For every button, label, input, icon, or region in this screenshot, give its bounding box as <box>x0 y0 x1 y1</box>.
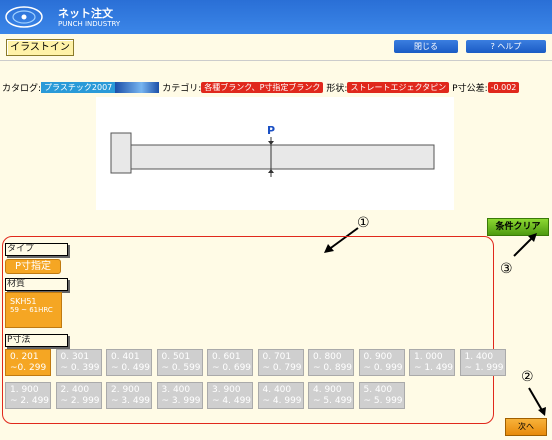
p-range-option[interactable]: 0. 501 ~ 0. 599 <box>156 349 203 376</box>
p-range-from: 1. 400 <box>464 352 494 362</box>
p-dimension-section-label: P寸法 <box>5 334 68 347</box>
p-range-option[interactable]: 1. 000 ~ 1. 499 <box>409 349 455 376</box>
punch-logo-icon <box>5 6 43 28</box>
p-range-from: 0. 701 <box>262 352 292 362</box>
app-header: ネット注文 PUNCH INDUSTRY <box>0 0 552 34</box>
p-range-option[interactable]: 5. 400 ~ 5. 999 <box>358 382 405 409</box>
p-range-from: 0. 601 <box>212 352 241 362</box>
illust-in-button[interactable]: イラストイン <box>6 39 74 56</box>
p-range-option[interactable]: 4. 400 ~ 4. 999 <box>257 382 304 409</box>
p-range-to: ~ 2. 999 <box>60 396 100 406</box>
p-range-option[interactable]: 0. 401 ~ 0. 499 <box>106 349 152 376</box>
p-range-from: 4. 900 <box>313 385 342 395</box>
annotation-arrow-3 <box>513 233 537 257</box>
p-range-to: ~ 0. 599 <box>161 363 201 373</box>
p-range-to: ~ 5. 999 <box>363 396 403 406</box>
p-range-from: 4. 400 <box>262 385 292 395</box>
p-range-option[interactable]: 0. 601 ~ 0. 699 <box>207 349 253 376</box>
category-label: カテゴリ: <box>162 83 202 94</box>
p-range-from: 3. 400 <box>161 385 191 395</box>
p-range-to: ~ 5. 499 <box>313 396 353 406</box>
catalog-value: プラスチック2007 <box>41 81 116 93</box>
p-range-from: 2. 900 <box>111 385 140 395</box>
logo-subtitle: PUNCH INDUSTRY <box>58 20 121 28</box>
p-range-to: ~ 0. 399 <box>60 363 100 373</box>
spec-info-line: カタログ: プラスチック2007 カテゴリ: 各種ブランク、P寸指定ブランク 形… <box>2 80 520 94</box>
annotation-arrow-2 <box>528 387 546 416</box>
annotation-3: ③ <box>500 261 513 277</box>
catalog-banner-image <box>115 81 160 93</box>
p-range-to: ~ 2. 499 <box>10 396 50 406</box>
logo-title: ネット注文 <box>58 7 113 20</box>
material-hardness: 59 ~ 61HRC <box>10 306 53 314</box>
p-range-to: ~ 0. 899 <box>313 363 353 373</box>
p-range-from: 0. 900 <box>363 352 393 362</box>
close-button[interactable]: 閉じる <box>394 40 458 53</box>
p-range-to: ~ 3. 499 <box>111 396 151 406</box>
p-range-option[interactable]: 0. 800 ~ 0. 899 <box>308 349 354 376</box>
p-range-option[interactable]: 3. 400 ~ 3. 999 <box>156 382 203 409</box>
material-section-label: 材質 <box>5 278 68 291</box>
material-option-selected[interactable]: SKH51 59 ~ 61HRC <box>5 292 62 328</box>
shape-value: ストレートエジェクタピン <box>347 81 450 93</box>
p-range-option[interactable]: 1. 900 ~ 2. 499 <box>5 382 51 409</box>
p-range-option[interactable]: 0. 701 ~ 0. 799 <box>257 349 304 376</box>
p-range-option[interactable]: 1. 400 ~ 1. 999 <box>459 349 506 376</box>
p-range-option[interactable]: 2. 400 ~ 2. 999 <box>55 382 102 409</box>
p-range-from: 1. 900 <box>10 385 39 395</box>
p-range-to: ~ 4. 499 <box>212 396 252 406</box>
type-section-label: タイプ <box>5 243 68 256</box>
p-range-to: ~ 1. 999 <box>464 363 504 373</box>
p-range-to: ~ 0. 799 <box>262 363 302 373</box>
p-range-option[interactable]: 0. 301 ~ 0. 399 <box>55 349 102 376</box>
p-range-from: 0. 301 <box>60 352 90 362</box>
p-range-to: ~ 0. 999 <box>363 363 403 373</box>
category-value: 各種ブランク、P寸指定ブランク <box>201 81 324 93</box>
p-range-to: ~ 3. 999 <box>161 396 201 406</box>
p-dimension-label: P <box>267 124 275 137</box>
p-range-to: ~ 4. 999 <box>262 396 302 406</box>
annotation-2: ② <box>521 369 534 385</box>
material-name: SKH51 <box>10 297 37 306</box>
next-button[interactable]: 次へ <box>505 418 547 436</box>
p-range-option[interactable]: 0. 900 ~ 0. 999 <box>358 349 405 376</box>
p-range-option[interactable]: 0. 201 ~0. 299 <box>5 349 51 376</box>
p-range-to: ~ 0. 499 <box>111 363 151 373</box>
p-range-from: 3. 900 <box>212 385 241 395</box>
help-button[interactable]: ? ヘルプ <box>466 40 546 53</box>
p-range-from: 0. 401 <box>111 352 140 362</box>
p-range-from: 0. 501 <box>161 352 191 362</box>
p-range-from: 1. 000 <box>414 352 443 362</box>
p-range-from: 2. 400 <box>60 385 90 395</box>
tolerance-value: -0.002 <box>487 81 520 93</box>
catalog-label: カタログ: <box>2 83 42 94</box>
tolerance-label: P寸公差: <box>452 83 488 94</box>
pin-drawing: P <box>96 97 454 210</box>
p-range-option[interactable]: 3. 900 ~ 4. 499 <box>207 382 253 409</box>
p-range-from: 0. 201 <box>10 352 39 362</box>
type-option-selected[interactable]: P寸指定 <box>5 259 61 274</box>
p-range-from: 5. 400 <box>363 385 393 395</box>
p-range-to: ~ 0. 699 <box>212 363 252 373</box>
p-range-to: ~ 1. 499 <box>414 363 454 373</box>
ejector-pin-illustration: P <box>110 124 435 177</box>
p-range-to: ~0. 299 <box>10 363 47 373</box>
p-range-option[interactable]: 2. 900 ~ 3. 499 <box>106 382 152 409</box>
toolbar: イラストイン 閉じる ? ヘルプ <box>0 34 552 61</box>
p-range-option[interactable]: 4. 900 ~ 5. 499 <box>308 382 354 409</box>
shape-label: 形状: <box>326 83 348 94</box>
p-range-from: 0. 800 <box>313 352 342 362</box>
